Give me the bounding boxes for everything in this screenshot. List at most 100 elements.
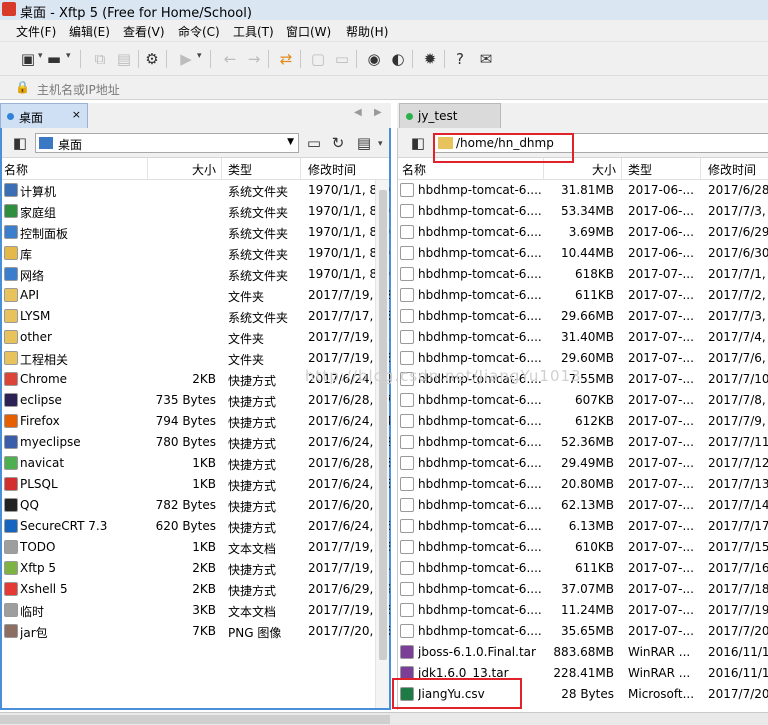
file-row[interactable]: hbdhmp-tomcat-6.... 20.80MB 2017-07-... 201… xyxy=(398,474,768,495)
new-session-icon[interactable]: ▣ xyxy=(18,49,38,69)
file-row[interactable]: 计算机 系统文件夹 1970/1/1, 8:00 xyxy=(2,180,390,201)
transfer-dropdown-icon[interactable]: ▾ xyxy=(197,51,202,61)
file-row[interactable]: 工程相关 文件夹 2017/7/19, 18: xyxy=(2,348,390,369)
file-row[interactable]: QQ 782 Bytes 快捷方式 2017/6/20, 6:1 xyxy=(2,495,390,516)
col-modified[interactable]: 修改时间 xyxy=(308,161,356,178)
feedback-icon[interactable]: ✉ xyxy=(476,49,496,69)
file-row[interactable]: hbdhmp-tomcat-6.... 31.81MB 2017-06-... 201… xyxy=(398,180,768,201)
file-row[interactable]: PLSQL 1KB 快捷方式 2017/6/24, 15: xyxy=(2,474,390,495)
col-type[interactable]: 类型 xyxy=(628,161,652,178)
file-row[interactable]: hbdhmp-tomcat-6.... 11.24MB 2017-07-... 201… xyxy=(398,600,768,621)
tab-desktop[interactable]: 桌面 × xyxy=(0,103,88,128)
file-row[interactable]: hbdhmp-tomcat-6.... 10.44MB 2017-06-... 201… xyxy=(398,243,768,264)
file-row[interactable]: 家庭组 系统文件夹 1970/1/1, 8:00 xyxy=(2,201,390,222)
local-scrollbar[interactable] xyxy=(375,180,389,708)
file-row[interactable]: API 文件夹 2017/7/19, 12: xyxy=(2,285,390,306)
file-row[interactable]: myeclipse 780 Bytes 快捷方式 2017/6/24, 12: xyxy=(2,432,390,453)
host-address-bar[interactable]: 🔒 主机名或IP地址 xyxy=(0,76,768,100)
file-row[interactable]: other 文件夹 2017/7/19, 9:3 xyxy=(2,327,390,348)
file-row[interactable]: hbdhmp-tomcat-6.... 52.36MB 2017-07-... 201… xyxy=(398,432,768,453)
menu-window[interactable]: 窗口(W) xyxy=(286,23,331,40)
col-name[interactable]: 名称 xyxy=(4,161,28,178)
file-row[interactable]: hbdhmp-tomcat-6.... 618KB 2017-07-... 2017/… xyxy=(398,264,768,285)
col-name[interactable]: 名称 xyxy=(402,161,426,178)
column-divider[interactable] xyxy=(621,158,622,180)
parent-folder-icon[interactable]: ▭ xyxy=(304,133,324,153)
file-row[interactable]: LYSM 系统文件夹 2017/7/17, 15: xyxy=(2,306,390,327)
help-icon[interactable]: ? xyxy=(450,49,470,69)
tab-scroll-left-icon[interactable]: ◀ xyxy=(354,107,362,118)
file-row[interactable]: 网络 系统文件夹 1970/1/1, 8:00 xyxy=(2,264,390,285)
new-file-icon[interactable]: ▢ xyxy=(308,49,328,69)
file-row[interactable]: hbdhmp-tomcat-6.... 610KB 2017-07-... 2017/… xyxy=(398,537,768,558)
file-row[interactable]: TODO 1KB 文本文档 2017/7/19, 18: xyxy=(2,537,390,558)
tab-close-icon[interactable]: × xyxy=(72,108,81,121)
host-input-placeholder[interactable]: 主机名或IP地址 xyxy=(37,81,120,98)
file-row[interactable]: hbdhmp-tomcat-6.... 53.34MB 2017-06-... 201… xyxy=(398,201,768,222)
file-row[interactable]: hbdhmp-tomcat-6.... 31.40MB 2017-07-... 201… xyxy=(398,327,768,348)
column-divider[interactable] xyxy=(300,158,301,180)
file-row[interactable]: hbdhmp-tomcat-6.... 607KB 2017-07-... 2017/… xyxy=(398,390,768,411)
new-session-dropdown-icon[interactable]: ▾ xyxy=(38,51,43,61)
refresh-icon[interactable]: ↻ xyxy=(328,133,348,153)
back-icon[interactable]: ← xyxy=(220,49,240,69)
file-row[interactable]: hbdhmp-tomcat-6.... 611KB 2017-07-... 2017/… xyxy=(398,285,768,306)
rename-icon[interactable]: ▭ xyxy=(332,49,352,69)
sync-icon[interactable]: ⇄ xyxy=(276,49,296,69)
transfer-icon[interactable]: ▶ xyxy=(176,49,196,69)
file-row[interactable]: hbdhmp-tomcat-6.... 612KB 2017-07-... 2017/… xyxy=(398,411,768,432)
file-row[interactable]: hbdhmp-tomcat-6.... 29.49MB 2017-07-... 201… xyxy=(398,453,768,474)
horizontal-scrollbar[interactable] xyxy=(0,715,390,724)
file-row[interactable]: 库系统文件夹 1970/1/1, 8:00 xyxy=(2,243,390,264)
menu-help[interactable]: 帮助(H) xyxy=(346,23,388,40)
options-gear-icon[interactable]: ✹ xyxy=(420,49,440,69)
file-row[interactable]: hbdhmp-tomcat-6.... 6.13MB 2017-07-... 2017… xyxy=(398,516,768,537)
forward-icon[interactable]: → xyxy=(244,49,264,69)
col-size[interactable]: 大小 xyxy=(592,161,616,178)
file-row[interactable]: 控制面板 系统文件夹 1970/1/1, 8:00 xyxy=(2,222,390,243)
menu-edit[interactable]: 编辑(E) xyxy=(69,23,110,40)
file-row[interactable]: hbdhmp-tomcat-6.... 37.07MB 2017-07-... 201… xyxy=(398,579,768,600)
file-row[interactable]: hbdhmp-tomcat-6.... 611KB 2017-07-... 2017/… xyxy=(398,558,768,579)
file-row[interactable]: hbdhmp-tomcat-6.... 35.65MB 2017-07-... 201… xyxy=(398,621,768,642)
file-row[interactable]: jboss-6.1.0.Final.tar 883.68MB WinRAR ... 2… xyxy=(398,642,768,663)
file-row[interactable]: navicat 1KB 快捷方式 2017/6/28, 15: xyxy=(2,453,390,474)
paste-icon[interactable]: ▤ xyxy=(114,49,134,69)
copy-icon[interactable]: ⧉ xyxy=(90,49,110,69)
pane-toggle-icon[interactable]: ◧ xyxy=(10,133,30,153)
file-row[interactable]: eclipse 735 Bytes 快捷方式 2017/6/28, 17: xyxy=(2,390,390,411)
tab-scroll-right-icon[interactable]: ▶ xyxy=(374,107,382,118)
menu-tools[interactable]: 工具(T) xyxy=(233,23,274,40)
menu-view[interactable]: 查看(V) xyxy=(123,23,165,40)
menu-file[interactable]: 文件(F) xyxy=(16,23,56,40)
properties-icon[interactable]: ⚙ xyxy=(142,49,162,69)
pane-toggle-icon[interactable]: ◧ xyxy=(408,133,428,153)
open-dropdown-icon[interactable]: ▾ xyxy=(66,51,71,61)
file-row[interactable]: Xftp 5 2KB 快捷方式 2017/7/19, 9:4 xyxy=(2,558,390,579)
view-mode-icon[interactable]: ▤ xyxy=(354,133,374,153)
file-row[interactable]: hbdhmp-tomcat-6.... 3.69MB 2017-06-... 2017… xyxy=(398,222,768,243)
column-divider[interactable] xyxy=(700,158,701,180)
xshell-icon[interactable]: ◉ xyxy=(364,49,384,69)
file-row[interactable]: Xshell 5 2KB 快捷方式 2017/6/29, 19: xyxy=(2,579,390,600)
column-divider[interactable] xyxy=(221,158,222,180)
scrollbar-thumb[interactable] xyxy=(379,190,387,660)
col-modified[interactable]: 修改时间 xyxy=(708,161,756,178)
column-divider[interactable] xyxy=(147,158,148,180)
file-row[interactable]: 临时 3KB 文本文档 2017/7/19, 18: xyxy=(2,600,390,621)
menu-command[interactable]: 命令(C) xyxy=(178,23,220,40)
chevron-down-icon[interactable]: ▼ xyxy=(287,137,294,147)
file-row[interactable]: jar包 7KB PNG 图像 2017/7/20, 15: xyxy=(2,621,390,642)
col-type[interactable]: 类型 xyxy=(228,161,252,178)
local-path-select[interactable]: 桌面 ▼ xyxy=(35,133,299,153)
file-row[interactable]: hbdhmp-tomcat-6.... 29.66MB 2017-07-... 201… xyxy=(398,306,768,327)
file-row[interactable]: hbdhmp-tomcat-6.... 62.13MB 2017-07-... 201… xyxy=(398,495,768,516)
xftp-icon[interactable]: ◐ xyxy=(388,49,408,69)
col-size[interactable]: 大小 xyxy=(192,161,216,178)
open-folder-icon[interactable]: ▬ xyxy=(44,49,64,69)
file-row[interactable]: Firefox 794 Bytes 快捷方式 2017/6/24, 14: xyxy=(2,411,390,432)
tab-jy-test[interactable]: jy_test xyxy=(399,103,501,128)
view-mode-dropdown-icon[interactable]: ▾ xyxy=(378,139,383,149)
file-row[interactable]: SecureCRT 7.3 620 Bytes 快捷方式 2017/6/24, 16: xyxy=(2,516,390,537)
file-row[interactable]: hbdhmp-tomcat-6.... 29.60MB 2017-07-... 201… xyxy=(398,348,768,369)
